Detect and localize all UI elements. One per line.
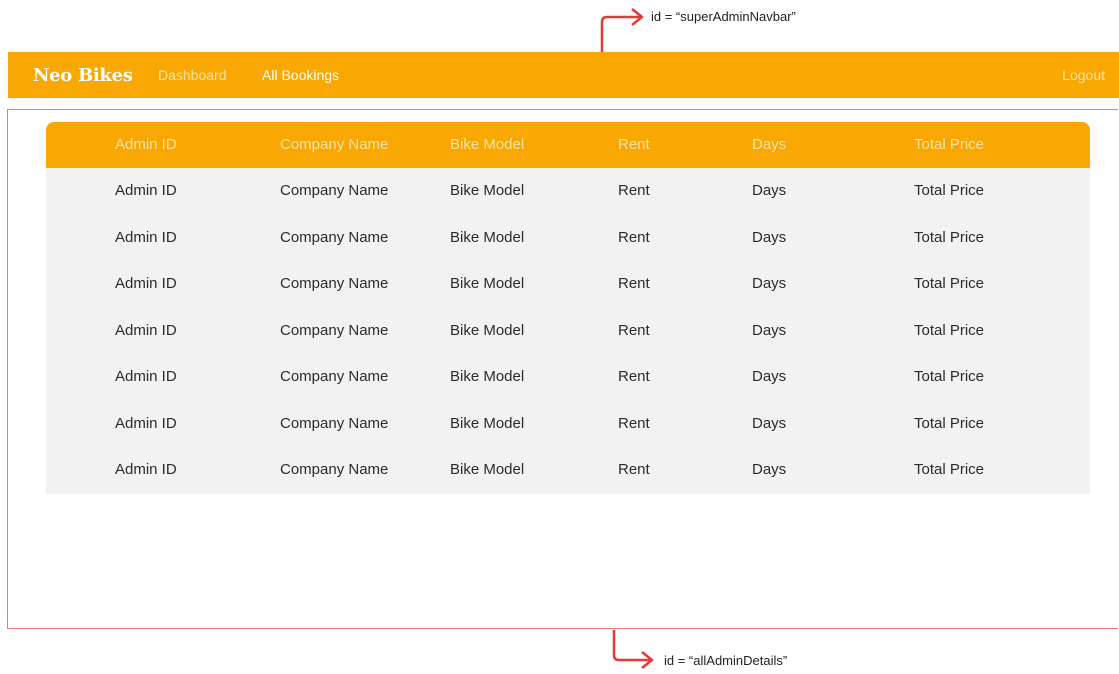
cell-admin-id: Admin ID: [115, 414, 177, 432]
cell-days: Days: [752, 182, 787, 199]
logout-link[interactable]: Logout: [1062, 67, 1105, 83]
cell-rent: Rent: [618, 414, 650, 432]
cell-bike-model: Bike Model: [450, 368, 525, 385]
table-row: Admin ID Company Name Bike Model Rent Da…: [46, 354, 1090, 401]
cell-days: Days: [752, 321, 787, 339]
cell-rent: Rent: [618, 368, 650, 385]
cell-admin-id: Admin ID: [115, 182, 177, 199]
header-total-price: Total Price: [914, 136, 985, 153]
cell-rent: Rent: [618, 182, 650, 199]
navbar-annotation-arrow: [600, 15, 640, 52]
cell-admin-id: Admin ID: [115, 228, 177, 246]
header-days: Days: [752, 136, 787, 153]
cell-days: Days: [752, 368, 787, 385]
navbar-id-label: id = “superAdminNavbar”: [651, 9, 796, 24]
cell-total-price: Total Price: [914, 321, 985, 339]
cell-bike-model: Bike Model: [450, 228, 525, 246]
details-annotation-arrowhead: [641, 651, 654, 669]
super-admin-navbar: Neo Bikes Dashboard All Bookings Logout: [8, 52, 1119, 98]
table-row: Admin ID Company Name Bike Model Rent Da…: [46, 215, 1090, 262]
table-row: Admin ID Company Name Bike Model Rent Da…: [46, 401, 1090, 448]
cell-company-name: Company Name: [280, 182, 389, 199]
header-admin-id: Admin ID: [115, 136, 177, 153]
cell-total-price: Total Price: [914, 275, 985, 292]
cell-admin-id: Admin ID: [115, 321, 177, 339]
cell-total-price: Total Price: [914, 461, 985, 478]
cell-company-name: Company Name: [280, 368, 389, 385]
brand-logo[interactable]: Neo Bikes: [33, 65, 133, 86]
cell-company-name: Company Name: [280, 414, 389, 432]
cell-company-name: Company Name: [280, 461, 389, 478]
cell-company-name: Company Name: [280, 228, 389, 246]
bookings-table: Admin ID Company Name Bike Model Rent Da…: [46, 122, 1090, 494]
cell-rent: Rent: [618, 228, 650, 246]
header-bike-model: Bike Model: [450, 136, 525, 153]
cell-total-price: Total Price: [914, 182, 985, 199]
cell-bike-model: Bike Model: [450, 275, 525, 292]
cell-total-price: Total Price: [914, 228, 985, 246]
cell-total-price: Total Price: [914, 368, 985, 385]
cell-admin-id: Admin ID: [115, 368, 177, 385]
cell-rent: Rent: [618, 321, 650, 339]
nav-link-all-bookings[interactable]: All Bookings: [262, 67, 339, 83]
header-company-name: Company Name: [280, 136, 389, 153]
cell-bike-model: Bike Model: [450, 182, 525, 199]
cell-days: Days: [752, 228, 787, 246]
header-rent: Rent: [618, 136, 650, 153]
details-annotation-arrow: [612, 630, 650, 662]
cell-company-name: Company Name: [280, 275, 389, 292]
cell-bike-model: Bike Model: [450, 321, 525, 339]
cell-total-price: Total Price: [914, 414, 985, 432]
cell-bike-model: Bike Model: [450, 461, 525, 478]
table-row: Admin ID Company Name Bike Model Rent Da…: [46, 308, 1090, 355]
table-row: Admin ID Company Name Bike Model Rent Da…: [46, 447, 1090, 494]
cell-days: Days: [752, 414, 787, 432]
cell-bike-model: Bike Model: [450, 414, 525, 432]
nav-link-dashboard[interactable]: Dashboard: [158, 67, 227, 83]
cell-rent: Rent: [618, 275, 650, 292]
cell-admin-id: Admin ID: [115, 461, 177, 478]
table-row: Admin ID Company Name Bike Model Rent Da…: [46, 261, 1090, 308]
cell-company-name: Company Name: [280, 321, 389, 339]
cell-admin-id: Admin ID: [115, 275, 177, 292]
navbar-annotation-arrowhead: [631, 8, 644, 26]
table-header: Admin ID Company Name Bike Model Rent Da…: [46, 122, 1090, 168]
page: id = “superAdminNavbar” id = “allAdminDe…: [0, 0, 1119, 674]
cell-days: Days: [752, 461, 787, 478]
details-id-label: id = “allAdminDetails”: [664, 653, 788, 668]
cell-days: Days: [752, 275, 787, 292]
cell-rent: Rent: [618, 461, 650, 478]
table-row: Admin ID Company Name Bike Model Rent Da…: [46, 168, 1090, 215]
